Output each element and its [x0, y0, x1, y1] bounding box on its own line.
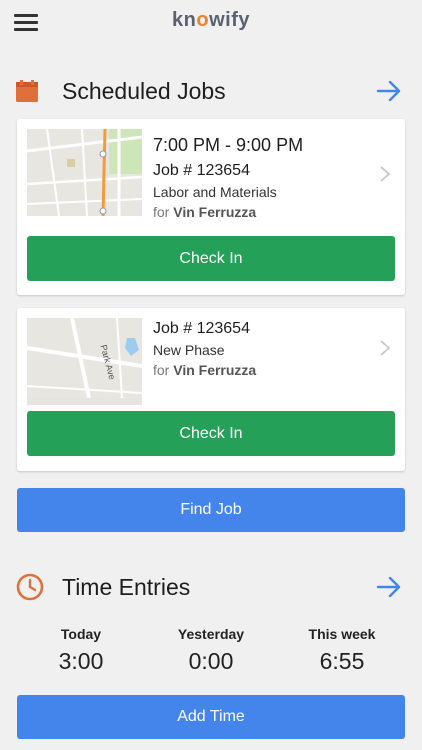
job-map-thumbnail [27, 129, 142, 216]
time-entries-header: Time Entries [16, 568, 406, 608]
scheduled-jobs-header: Scheduled Jobs [16, 72, 406, 112]
chevron-right-icon[interactable] [379, 165, 391, 183]
stat-value: 6:55 [319, 648, 365, 674]
stat-label: Yesterday [177, 626, 245, 642]
stat-today: Today 3:00 [11, 626, 151, 675]
job-map-thumbnail: Park Ave [27, 318, 142, 405]
check-in-button[interactable]: Check In [27, 411, 395, 456]
job-customer: for Vin Ferruzza [153, 362, 257, 378]
stat-yesterday: Yesterday 0:00 [141, 626, 281, 675]
stat-value: 3:00 [58, 648, 104, 674]
arrow-right-icon[interactable] [376, 574, 402, 600]
job-number: Job # 123654 [153, 320, 250, 337]
add-time-button[interactable]: Add Time [17, 695, 405, 739]
job-number: Job # 123654 [153, 162, 250, 179]
app-logo: knowify [172, 9, 250, 31]
job-card[interactable]: 7:00 PM - 9:00 PM Job # 123654 Labor and… [17, 119, 405, 295]
section-title: Time Entries [62, 574, 191, 600]
time-stats: Today 3:00 Yesterday 0:00 This week 6:55 [0, 626, 422, 686]
stat-label: Today [60, 626, 102, 642]
section-title: Scheduled Jobs [62, 78, 226, 104]
job-description: Labor and Materials [153, 184, 277, 200]
calendar-icon [16, 80, 38, 102]
job-info: Job # 123654 New Phase for Vin Ferruzza [153, 320, 375, 378]
stat-this-week: This week 6:55 [272, 626, 412, 675]
job-info: 7:00 PM - 9:00 PM Job # 123654 Labor and… [153, 135, 375, 220]
job-customer: for Vin Ferruzza [153, 204, 257, 220]
job-description: New Phase [153, 342, 225, 358]
stat-label: This week [308, 626, 376, 642]
arrow-right-icon[interactable] [376, 78, 402, 104]
job-card[interactable]: Park Ave Job # 123654 New Phase for Vin … [17, 308, 405, 471]
top-bar: knowify [0, 0, 422, 46]
check-in-button[interactable]: Check In [27, 236, 395, 281]
find-job-button[interactable]: Find Job [17, 488, 405, 532]
job-time: 7:00 PM - 9:00 PM [153, 135, 304, 155]
stat-value: 0:00 [188, 648, 234, 674]
clock-icon [16, 573, 44, 601]
chevron-right-icon[interactable] [379, 339, 391, 357]
